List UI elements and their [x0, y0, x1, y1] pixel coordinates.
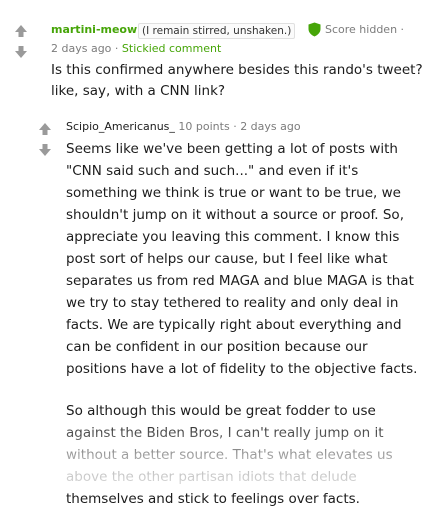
user-flair: (I remain stirred, unshaken.)	[138, 23, 296, 39]
comment-body: Seems like we've been getting a lot of p…	[66, 138, 426, 530]
comment-paragraph: So although this would be great fodder t…	[66, 403, 393, 507]
timestamp: 2 days ago	[51, 42, 112, 55]
comment-paragraph: Seems like we've been getting a lot of p…	[66, 141, 418, 377]
timestamp: 2 days ago	[240, 120, 301, 133]
comment-author-moderator[interactable]: martini-meow	[51, 23, 137, 36]
stickied-label: Stickied comment	[121, 42, 222, 55]
comment-author[interactable]: Scipio_Americanus_	[66, 120, 175, 133]
shield-icon	[308, 22, 321, 37]
downvote-icon[interactable]	[14, 45, 28, 59]
upvote-icon[interactable]	[38, 122, 52, 136]
comment-body: Is this confirmed anywhere besides this …	[51, 62, 423, 99]
upvote-icon[interactable]	[14, 24, 28, 38]
comment-meta: 2 days ago · Stickied comment	[51, 42, 222, 55]
score-hidden-label: Score hidden ·	[325, 23, 405, 36]
points-label: 10 points	[178, 120, 230, 133]
downvote-icon[interactable]	[38, 143, 52, 157]
comment-header: Scipio_Americanus_ 10 points · 2 days ag…	[66, 120, 301, 133]
